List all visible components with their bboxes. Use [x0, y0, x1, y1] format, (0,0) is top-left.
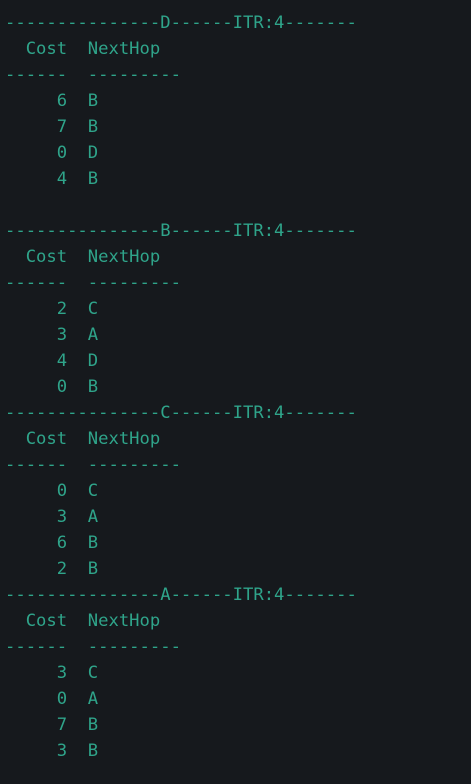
table-row: 2 C: [5, 299, 99, 319]
table-row: 4 D: [5, 351, 99, 371]
table-row: 4 B: [5, 169, 99, 189]
table-header: ---------------B------ITR:4-------: [5, 221, 357, 241]
header-underline: ------ ---------: [5, 455, 181, 475]
table-row: 0 D: [5, 143, 99, 163]
table-header: ---------------A------ITR:4-------: [5, 585, 357, 605]
terminal-output: ---------------D------ITR:4------- Cost …: [0, 0, 471, 784]
table-row: 3 A: [5, 325, 99, 345]
table-row: 7 B: [5, 715, 99, 735]
table-header: ---------------D------ITR:4-------: [5, 13, 357, 33]
table-row: 0 B: [5, 377, 99, 397]
column-headers: Cost NextHop: [5, 39, 161, 59]
column-headers: Cost NextHop: [5, 247, 161, 267]
table-row: 2 B: [5, 559, 99, 579]
table-row: 7 B: [5, 117, 99, 137]
column-headers: Cost NextHop: [5, 429, 161, 449]
table-row: 3 C: [5, 663, 99, 683]
table-row: 0 A: [5, 689, 99, 709]
table-row: 3 A: [5, 507, 99, 527]
header-underline: ------ ---------: [5, 637, 181, 657]
table-row: 0 C: [5, 481, 99, 501]
table-row: 6 B: [5, 533, 99, 553]
table-header: ---------------C------ITR:4-------: [5, 403, 357, 423]
header-underline: ------ ---------: [5, 273, 181, 293]
column-headers: Cost NextHop: [5, 611, 161, 631]
header-underline: ------ ---------: [5, 65, 181, 85]
table-row: 6 B: [5, 91, 99, 111]
table-row: 3 B: [5, 741, 99, 761]
